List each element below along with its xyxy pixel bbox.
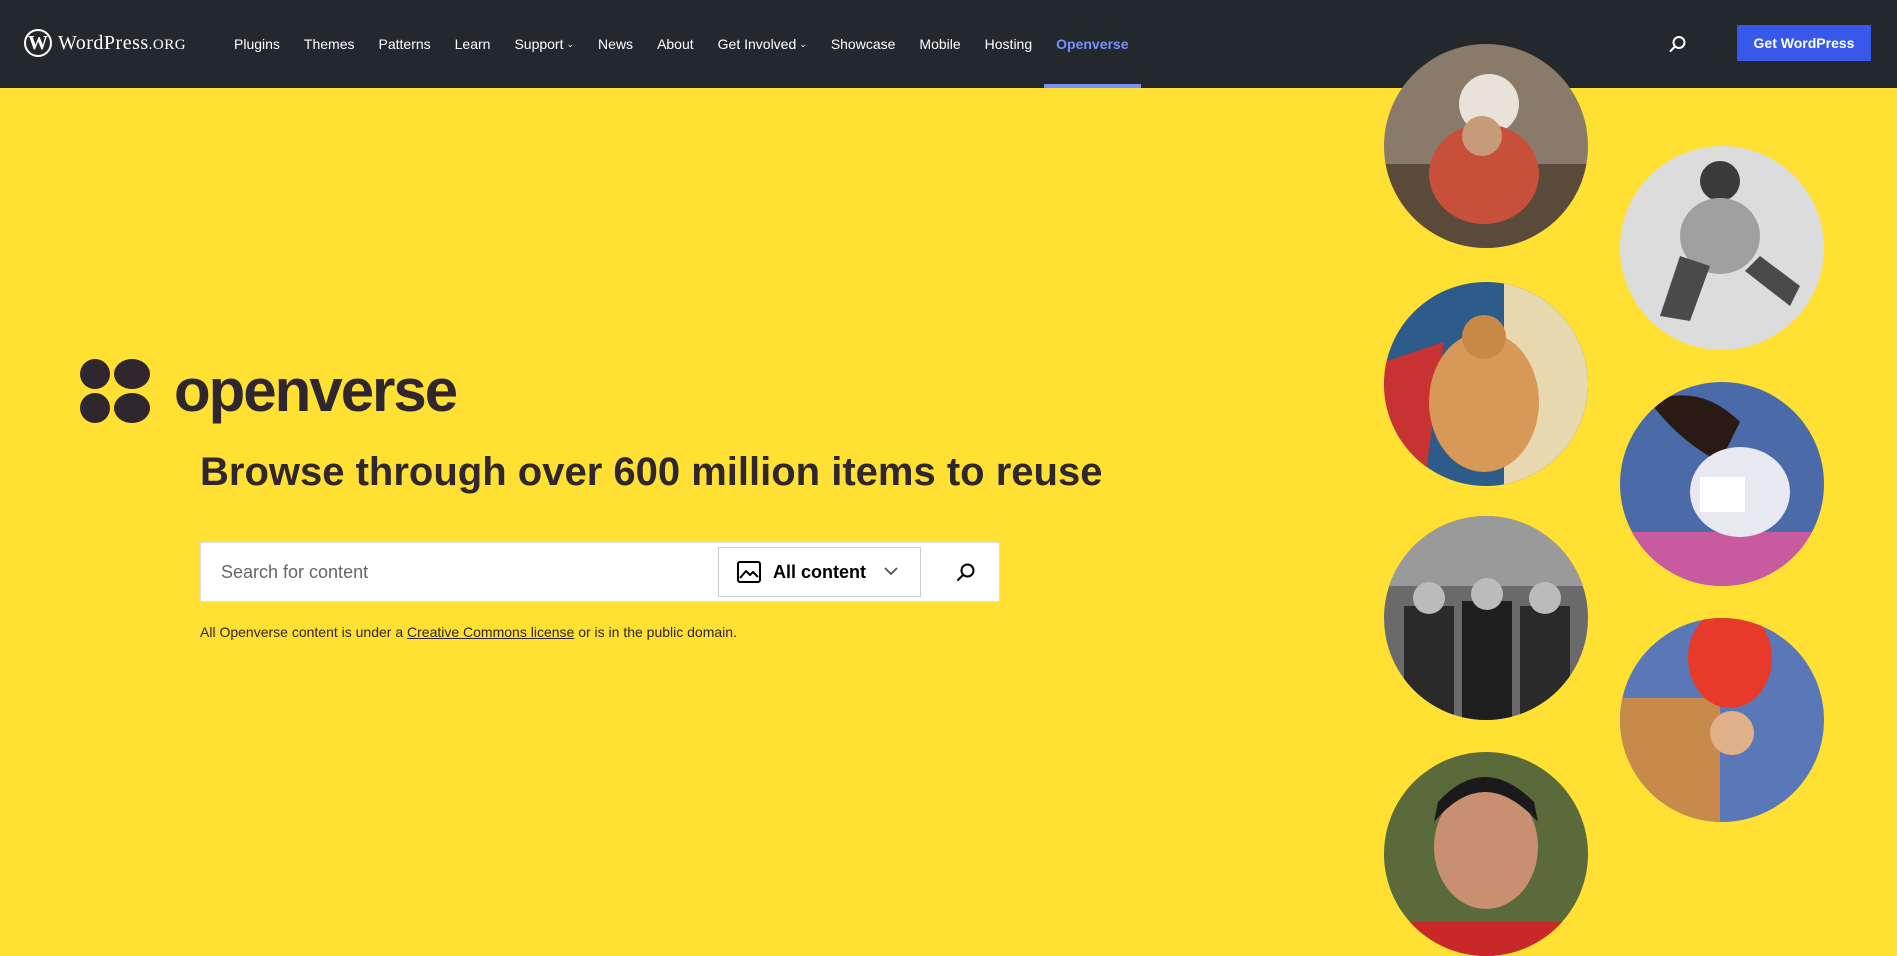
photo-gymnast — [1620, 618, 1824, 822]
top-nav-bar: W WordPress.ORG Plugins Themes Patterns … — [0, 0, 1897, 88]
chevron-down-icon: ⌄ — [799, 38, 807, 49]
logo-text: WordPress — [58, 31, 149, 54]
logo-suffix: .ORG — [148, 36, 187, 53]
wordpress-logo-icon: W — [24, 29, 52, 57]
content-type-select[interactable]: All content — [718, 547, 921, 597]
openverse-logo-icon — [80, 358, 150, 423]
nav-openverse[interactable]: Openverse — [1044, 0, 1141, 88]
license-note: All Openverse content is under a Creativ… — [200, 624, 737, 640]
creative-commons-link[interactable]: Creative Commons license — [407, 624, 574, 640]
header-search-button[interactable] — [1666, 32, 1690, 56]
get-wordpress-button[interactable]: Get WordPress — [1737, 25, 1871, 61]
photo-hurdler — [1620, 382, 1824, 586]
license-prefix: All Openverse content is under a — [200, 624, 408, 640]
nav-themes[interactable]: Themes — [292, 0, 367, 88]
photo-swimmer-poster — [1384, 282, 1588, 486]
chevron-down-icon: ⌄ — [566, 38, 575, 49]
nav-support-label: Support — [514, 36, 564, 52]
search-form: All content — [200, 542, 1000, 602]
nav-support[interactable]: Support ⌄ — [502, 0, 586, 88]
nav-hosting[interactable]: Hosting — [973, 0, 1044, 88]
nav-get-involved-label: Get Involved — [717, 36, 797, 52]
search-icon — [1669, 36, 1686, 52]
nav-mobile[interactable]: Mobile — [907, 0, 972, 88]
wordpress-logo[interactable]: W WordPress.ORG — [24, 27, 186, 59]
photo-women-athletes — [1384, 516, 1588, 720]
nav-about[interactable]: About — [645, 0, 706, 88]
image-icon — [737, 561, 761, 583]
nav-patterns[interactable]: Patterns — [367, 0, 443, 88]
chevron-down-icon — [884, 567, 898, 576]
license-suffix: or is in the public domain. — [574, 624, 737, 640]
content-type-label: All content — [773, 561, 866, 582]
search-submit-button[interactable] — [953, 559, 979, 585]
nav-get-involved[interactable]: Get Involved ⌄ — [706, 0, 819, 88]
nav-showcase[interactable]: Showcase — [819, 0, 908, 88]
search-icon — [957, 563, 975, 581]
page-title: Browse through over 600 million items to… — [200, 450, 1103, 494]
nav-plugins[interactable]: Plugins — [222, 0, 292, 88]
nav-learn[interactable]: Learn — [443, 0, 503, 88]
nav-news[interactable]: News — [586, 0, 645, 88]
openverse-wordmark: openverse — [174, 357, 458, 424]
openverse-logo[interactable]: openverse — [80, 356, 458, 425]
photo-cyclist — [1384, 44, 1588, 248]
main-nav: Plugins Themes Patterns Learn Support ⌄ N… — [222, 0, 1141, 88]
search-input[interactable] — [201, 544, 711, 600]
photo-long-jumper — [1620, 146, 1824, 350]
photo-wrestler — [1384, 752, 1588, 956]
